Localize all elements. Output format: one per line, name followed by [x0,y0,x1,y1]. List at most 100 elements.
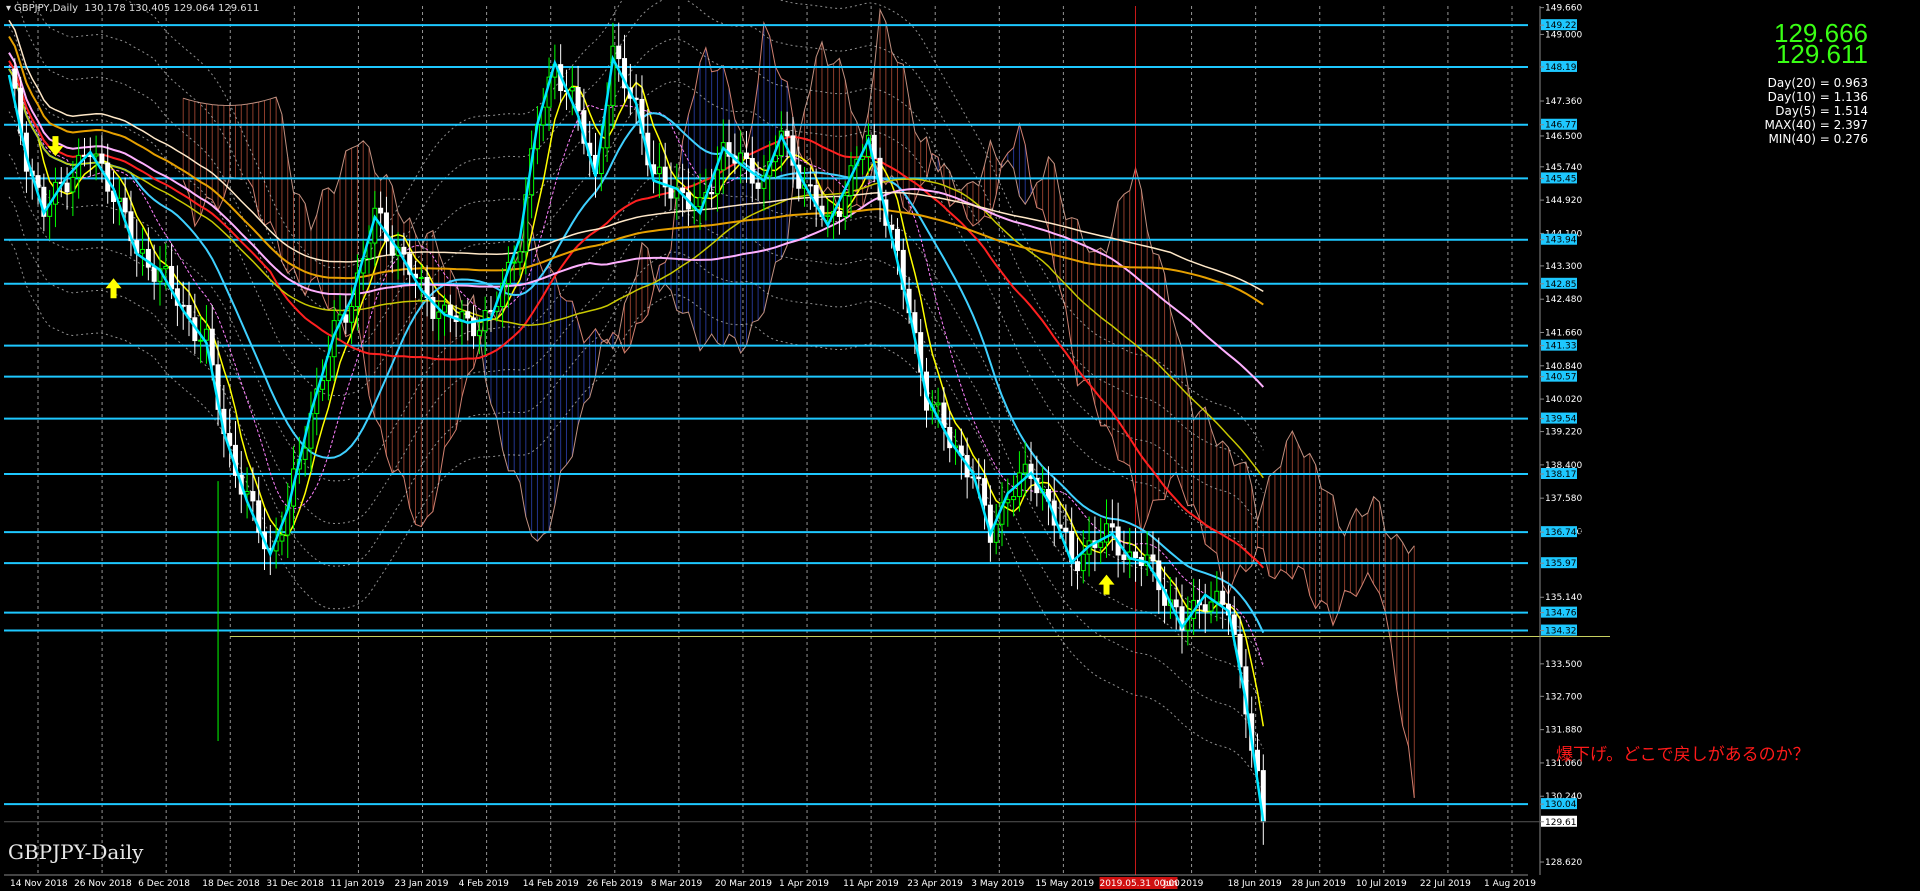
y-tick-label: 136.743 [1545,528,1582,538]
x-tick-label: 31 Dec 2018 [266,879,324,889]
stat-max40: MAX(40) = 2.397 [1764,118,1868,132]
candle-body [1121,554,1127,560]
x-tick-label: 4 Feb 2019 [459,879,510,889]
y-tick-label: 133.500 [1545,660,1582,670]
y-tick-label: 144.920 [1545,196,1582,206]
candle-body [616,45,622,60]
stat-day20: Day(20) = 0.963 [1767,76,1868,90]
x-tick-label: 14 Feb 2019 [523,879,579,889]
chart-header: ▾ GBPJPY,Daily 130.178 130.405 129.064 12… [6,3,259,14]
y-tick-label: 141.660 [1545,328,1582,338]
candle-body [1208,601,1214,612]
candle-body [401,246,407,255]
candle-body [935,402,941,406]
candle-body [163,265,169,270]
candle-body [198,339,204,342]
y-tick-label: 135.979 [1545,559,1582,569]
candle-body [1104,523,1110,543]
y-tick-label: 134.761 [1545,609,1582,619]
candle-body [145,248,151,268]
candle-body [1109,523,1115,528]
x-tick-label: 11 Jan 2019 [330,879,384,889]
candle-body [1133,551,1139,558]
y-tick-label: 145.740 [1545,163,1582,173]
y-tick-label: 140.840 [1545,362,1582,372]
candle-body [447,304,453,317]
chart-watermark: GBPJPY-Daily [8,840,144,864]
y-tick-label: 146.500 [1545,132,1582,142]
candle-body [1202,604,1208,612]
y-tick-label: 143.944 [1545,236,1582,246]
candle-body [122,197,128,213]
candle-body [894,228,900,251]
candle-body [836,210,842,217]
y-tick-label: 148.199 [1545,63,1582,73]
candle-body [697,197,703,208]
x-tick-label: 22 Jul 2019 [1420,879,1471,889]
y-tick-label: 142.859 [1545,280,1582,290]
x-tick-label: 6 Dec 2018 [138,879,190,889]
candle-body [93,153,99,157]
x-tick-label: 23 Apr 2019 [907,879,963,889]
candle-body [517,251,523,263]
candle-body [807,184,813,187]
candle-body [755,182,761,189]
candle-body [941,402,947,428]
candle-body [1080,553,1086,572]
candle-body [70,176,76,193]
y-tick-label: 130.045 [1545,800,1582,810]
x-tick-label: 8 Mar 2019 [651,879,703,889]
candle-body [511,261,517,264]
candle-body [709,192,715,195]
candle-body [436,311,442,319]
candle-body [656,166,662,175]
candle-body [64,182,70,193]
y-tick-label: 137.580 [1545,494,1582,504]
y-tick-label: 131.880 [1545,726,1582,736]
x-tick-label: 15 May 2019 [1035,879,1094,889]
candle-body [575,87,581,112]
y-tick-label: 134.320 [1545,627,1582,637]
x-tick-label: 1 Apr 2019 [779,879,829,889]
y-tick-label: 138.175 [1545,470,1582,480]
candle-body [1150,554,1156,562]
y-tick-label: 143.300 [1545,262,1582,272]
candle-body [1220,590,1226,605]
candle-body [378,207,384,214]
x-tick-label: 28 Jun 2019 [1292,879,1346,889]
candle-body [825,214,831,217]
volatility-stats: Day(20) = 0.963 Day(10) = 1.136 Day(5) =… [1765,76,1868,146]
candle-body [12,68,18,89]
stat-day5: Day(5) = 1.514 [1775,104,1868,118]
y-tick-label: 142.480 [1545,295,1582,305]
candle-body [982,478,988,506]
y-tick-label: 141.336 [1545,342,1582,352]
candle-body [99,153,105,164]
candle-body [976,476,982,480]
candle-body [203,328,209,341]
candle-body [476,330,482,337]
ohlc-values: 130.178 130.405 129.064 129.611 [84,3,260,14]
candle-body [349,306,355,323]
candle-body [465,311,471,319]
symbol-label: GBPJPY,Daily [14,3,79,14]
candle-body [784,130,790,137]
y-tick-label: 149.660 [1545,4,1582,14]
candle-body [250,491,256,502]
dropdown-triangle-icon[interactable]: ▾ [6,3,11,14]
y-tick-label: 128.620 [1545,858,1582,868]
x-tick-label: 18 Dec 2018 [202,879,260,889]
y-tick-label: 129.611 [1545,818,1582,828]
y-tick-label: 140.572 [1545,373,1582,383]
annotation-text: 爆下げ。どこで戻しがあるのか？ [1556,745,1810,765]
candle-body [1063,527,1069,532]
y-tick-label: 139.220 [1545,428,1582,438]
y-tick-label: 145.454 [1545,174,1582,184]
candle-body [1214,590,1220,603]
candle-body [993,523,999,543]
y-tick-label: 146.776 [1545,121,1582,131]
x-tick-label: 10 Jul 2019 [1356,879,1407,889]
candle-body [714,169,720,195]
candle-body [279,534,285,542]
x-tick-label: 18 Jun 2019 [1228,879,1282,889]
